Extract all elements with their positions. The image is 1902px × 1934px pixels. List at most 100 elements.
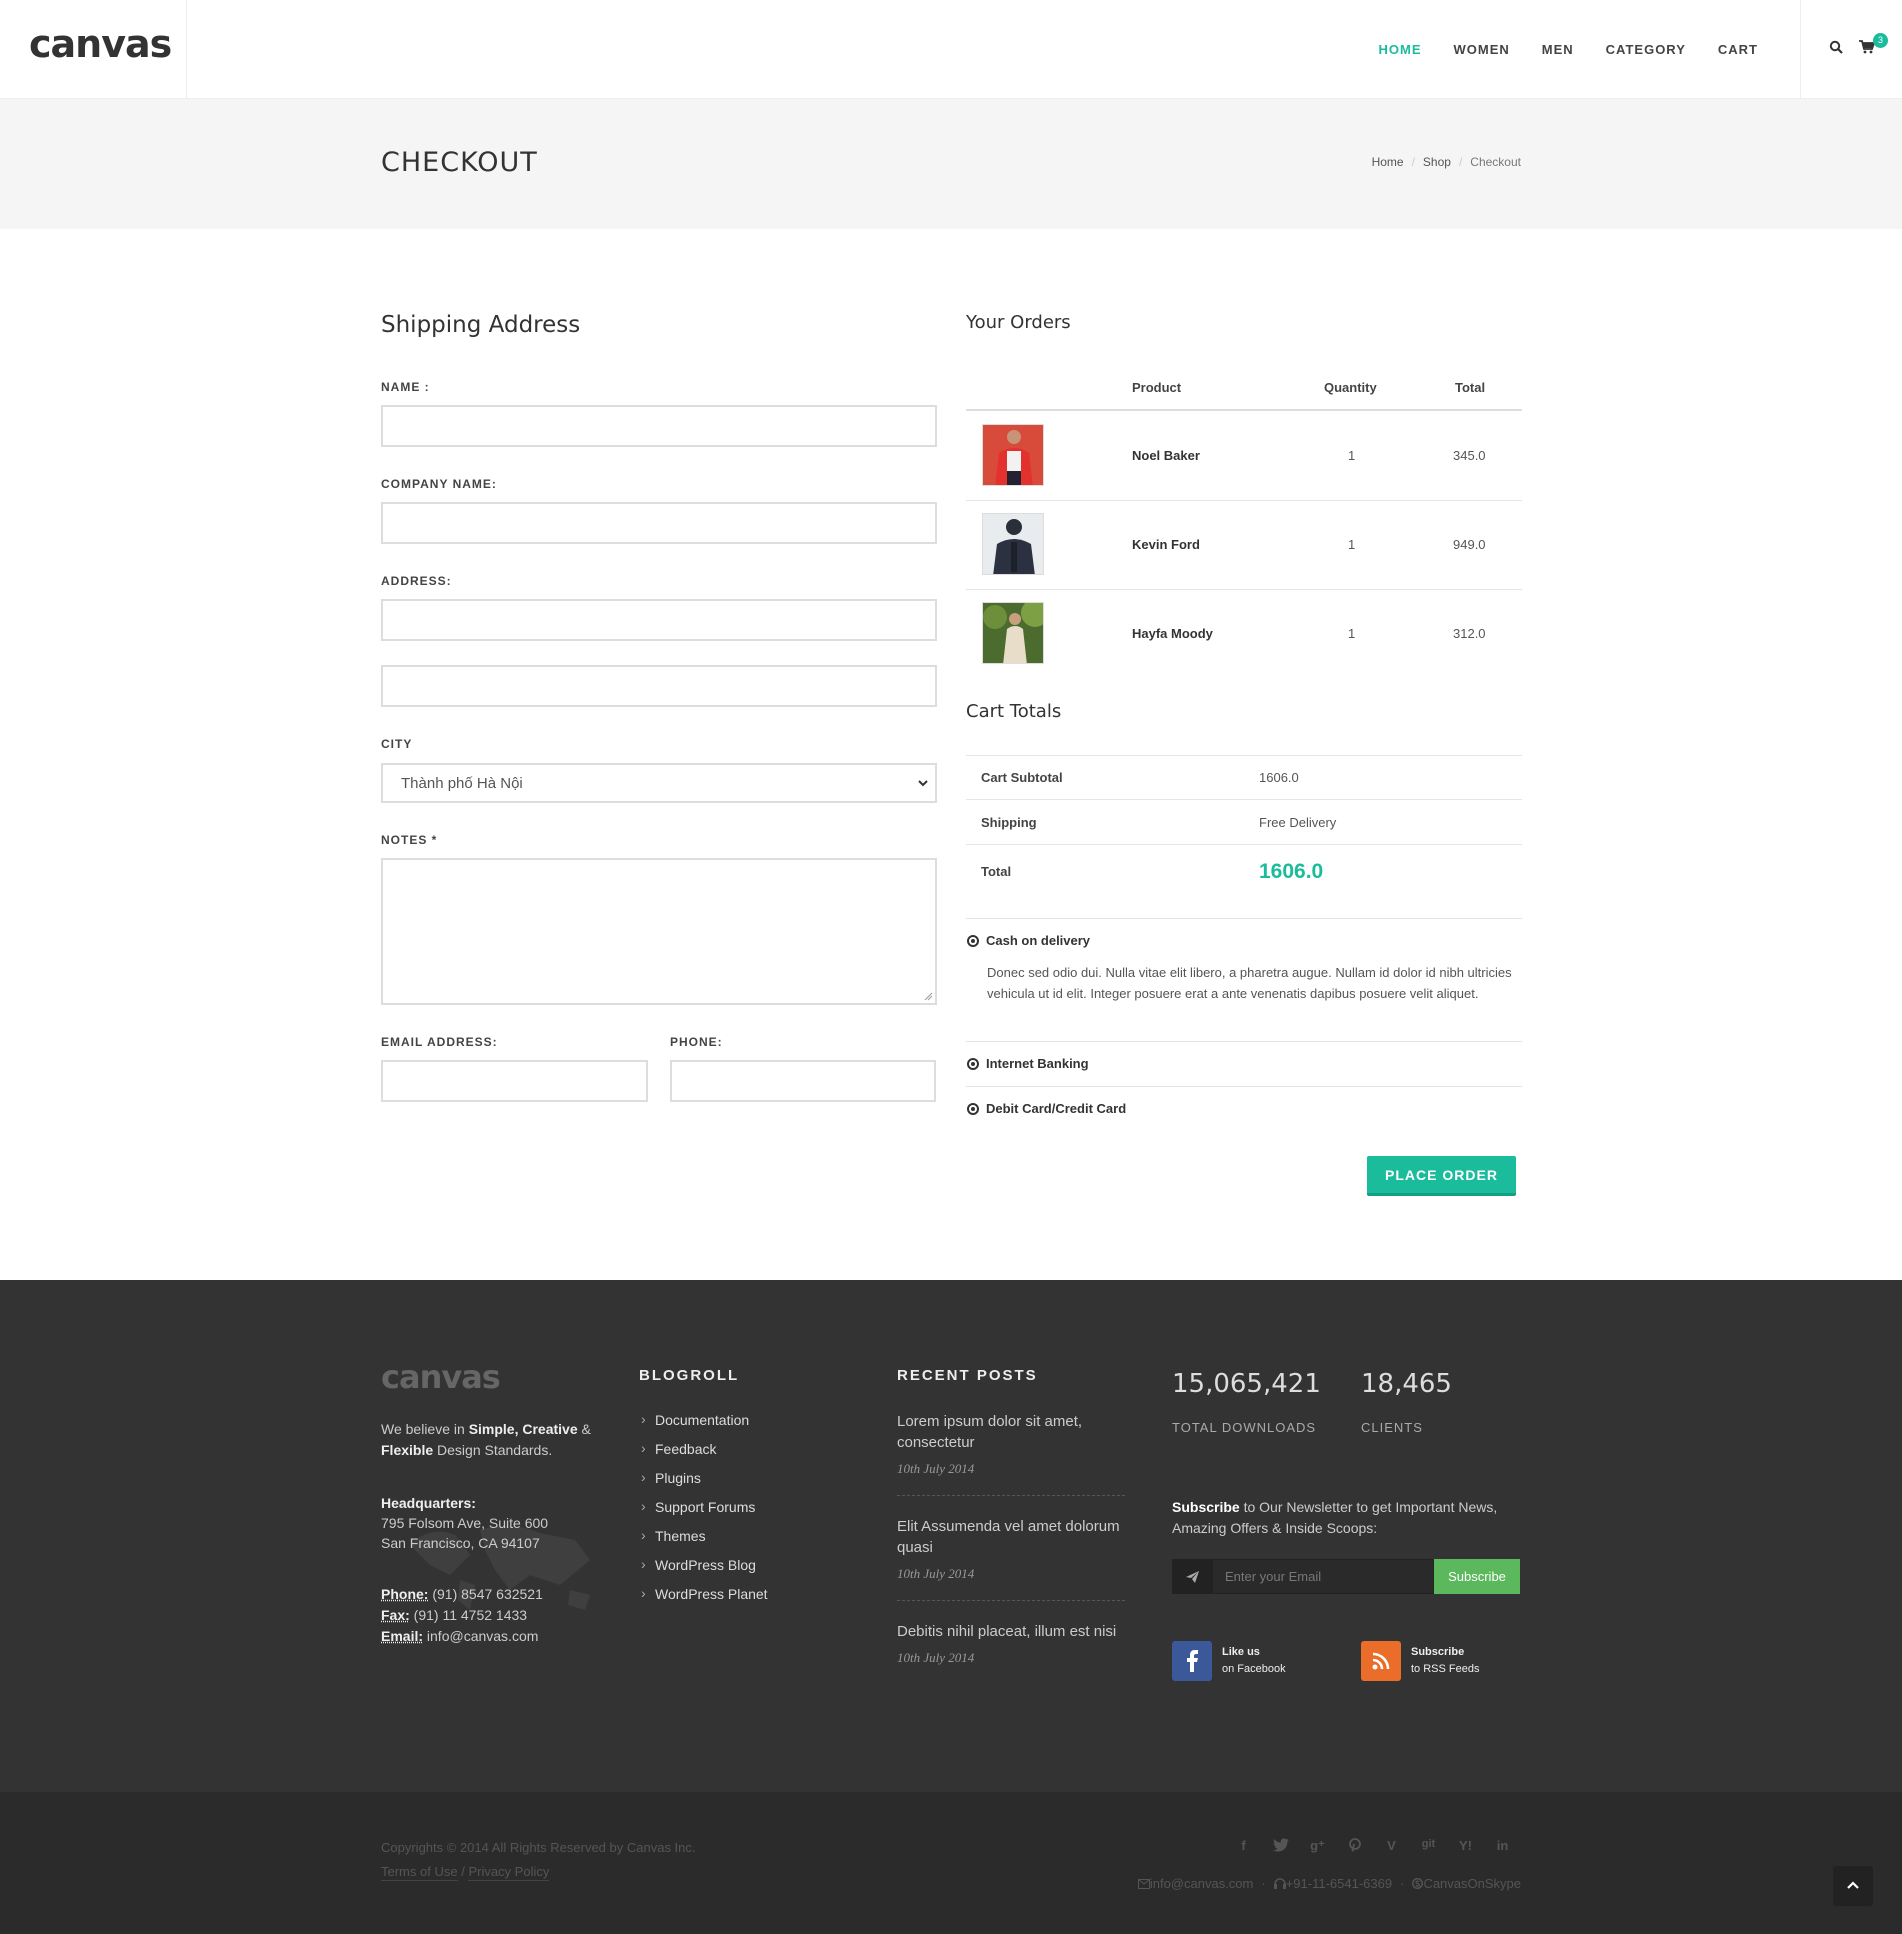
hq-line2: San Francisco, CA 94107 [381, 1535, 540, 1551]
company-field[interactable] [381, 502, 937, 544]
city-select[interactable]: Thành phố Hà Nội [381, 763, 937, 803]
primary-nav: HOME WOMEN MEN CATEGORY CART [1362, 0, 1774, 99]
breadcrumb-home[interactable]: Home [1372, 155, 1404, 169]
name-field[interactable] [381, 405, 937, 447]
order-item-name[interactable]: Hayfa Moody [1132, 626, 1213, 641]
table-header-divider [966, 409, 1522, 411]
linkedin-icon[interactable]: in [1484, 1838, 1521, 1858]
google-plus-icon[interactable]: g⁺ [1299, 1838, 1336, 1858]
footer-address: Headquarters: 795 Folsom Ave, Suite 600 … [381, 1493, 601, 1553]
contact-phone[interactable]: +91-11-6541-6369 [1273, 1876, 1392, 1891]
subtotal-label: Cart Subtotal [981, 770, 1063, 785]
order-item-name[interactable]: Kevin Ford [1132, 537, 1200, 552]
go-to-top-button[interactable] [1833, 1866, 1873, 1906]
order-item-name[interactable]: Noel Baker [1132, 448, 1200, 463]
product-thumbnail[interactable] [982, 424, 1044, 486]
payment-cash-on-delivery[interactable]: Cash on delivery [986, 933, 1090, 948]
city-label: CITY [381, 737, 413, 751]
paper-plane-icon [1186, 1571, 1199, 1583]
contact-email[interactable]: info@canvas.com [1137, 1876, 1254, 1891]
blogroll-link[interactable]: WordPress Planet [639, 1585, 768, 1615]
facebook-label-line1: Like us [1222, 1646, 1260, 1658]
twitter-icon[interactable] [1262, 1838, 1299, 1858]
phone-label: Phone: [381, 1586, 429, 1602]
blogroll-link[interactable]: Plugins [639, 1469, 768, 1499]
envelope-icon [1137, 1879, 1150, 1889]
payment-internet-banking[interactable]: Internet Banking [986, 1056, 1089, 1071]
vimeo-icon[interactable]: V [1373, 1838, 1410, 1858]
search-icon[interactable] [1829, 40, 1843, 54]
radio-checked-icon[interactable] [967, 1103, 979, 1115]
subscribe-email-input[interactable]: Enter your Email [1212, 1559, 1434, 1594]
post-title[interactable]: Elit Assumenda vel amet dolorum quasi [897, 1516, 1127, 1558]
yahoo-icon[interactable]: Y! [1447, 1838, 1484, 1858]
nav-women[interactable]: WOMEN [1437, 42, 1525, 57]
payment-divider [966, 1086, 1522, 1087]
shipping-label: Shipping [981, 815, 1037, 830]
blogroll-link[interactable]: Support Forums [639, 1498, 768, 1528]
facebook-icon[interactable]: f [1225, 1838, 1262, 1858]
order-item-qty: 1 [1348, 448, 1356, 463]
site-logo[interactable]: canvas [29, 22, 172, 66]
blogroll-link[interactable]: Feedback [639, 1440, 768, 1470]
facebook-label[interactable]: Like us on Facebook [1222, 1644, 1286, 1678]
blogroll-link[interactable]: Documentation [639, 1411, 768, 1441]
downloads-label: TOTAL DOWNLOADS [1172, 1420, 1317, 1435]
breadcrumb: Home / Shop / Checkout [1372, 155, 1521, 169]
blogroll-link[interactable]: Themes [639, 1527, 768, 1557]
clients-counter: 18,465 [1361, 1369, 1452, 1399]
contact-info: info@canvas.com · +91-11-6541-6369 · Can… [1137, 1876, 1521, 1891]
order-item-qty: 1 [1348, 626, 1356, 641]
breadcrumb-separator: / [1458, 155, 1463, 169]
radio-checked-icon[interactable] [967, 935, 979, 947]
email-value[interactable]: info@canvas.com [423, 1628, 539, 1644]
shipping-value: Free Delivery [1259, 815, 1337, 830]
totals-divider [966, 799, 1522, 800]
col-total: Total [1455, 380, 1486, 395]
privacy-link[interactable]: Privacy Policy [468, 1864, 550, 1881]
address-line1-field[interactable] [381, 599, 937, 641]
footer-logo[interactable]: canvas [381, 1358, 501, 1396]
tagline-bold: Flexible [381, 1442, 434, 1458]
skype-icon [1412, 1877, 1424, 1890]
clients-label: CLIENTS [1361, 1420, 1423, 1435]
post-title[interactable]: Debitis nihil placeat, illum est nisi [897, 1621, 1127, 1642]
radio-checked-icon[interactable] [967, 1058, 979, 1070]
total-value: 1606.0 [1259, 860, 1324, 883]
product-thumbnail[interactable] [982, 513, 1044, 575]
place-order-button[interactable]: PLACE ORDER [1367, 1156, 1516, 1196]
blogroll-list: Documentation Feedback Plugins Support F… [639, 1411, 768, 1615]
contact-email-text: info@canvas.com [1149, 1876, 1254, 1891]
site-header: canvas HOME WOMEN MEN CATEGORY CART 3 [0, 0, 1902, 99]
breadcrumb-shop[interactable]: Shop [1423, 155, 1451, 169]
nav-men[interactable]: MEN [1526, 42, 1590, 57]
email-field[interactable] [381, 1060, 648, 1102]
payment-card[interactable]: Debit Card/Credit Card [986, 1101, 1126, 1116]
github-icon[interactable]: git [1410, 1838, 1447, 1858]
rss-button[interactable] [1361, 1641, 1401, 1681]
rss-label[interactable]: Subscribe to RSS Feeds [1411, 1644, 1479, 1678]
payment-divider [966, 1041, 1522, 1042]
notes-textarea[interactable] [381, 858, 937, 1005]
fax-label: Fax: [381, 1607, 410, 1623]
product-thumbnail[interactable] [982, 602, 1044, 664]
subscribe-button[interactable]: Subscribe [1434, 1559, 1520, 1594]
post-title[interactable]: Lorem ipsum dolor sit amet, consectetur [897, 1411, 1127, 1453]
blogroll-link[interactable]: WordPress Blog [639, 1556, 768, 1586]
notes-label: NOTES * [381, 833, 438, 847]
contact-skype[interactable]: CanvasOnSkype [1412, 1876, 1521, 1891]
facebook-button[interactable] [1172, 1641, 1212, 1681]
resize-handle-icon[interactable] [924, 992, 933, 1001]
nav-home[interactable]: HOME [1362, 42, 1437, 57]
breadcrumb-current: Checkout [1470, 155, 1521, 169]
nav-cart[interactable]: CART [1702, 42, 1774, 57]
newsletter-text: Subscribe to Our Newsletter to get Impor… [1172, 1497, 1532, 1539]
row-divider [966, 589, 1522, 590]
address-line2-field[interactable] [381, 665, 937, 707]
phone-field[interactable] [670, 1060, 936, 1102]
nav-category[interactable]: CATEGORY [1590, 42, 1702, 57]
terms-link[interactable]: Terms of Use [381, 1864, 458, 1881]
rss-label-line1: Subscribe [1411, 1646, 1465, 1658]
site-footer: canvas We believe in Simple, Creative & … [0, 1280, 1902, 1792]
pinterest-icon[interactable] [1336, 1838, 1373, 1858]
